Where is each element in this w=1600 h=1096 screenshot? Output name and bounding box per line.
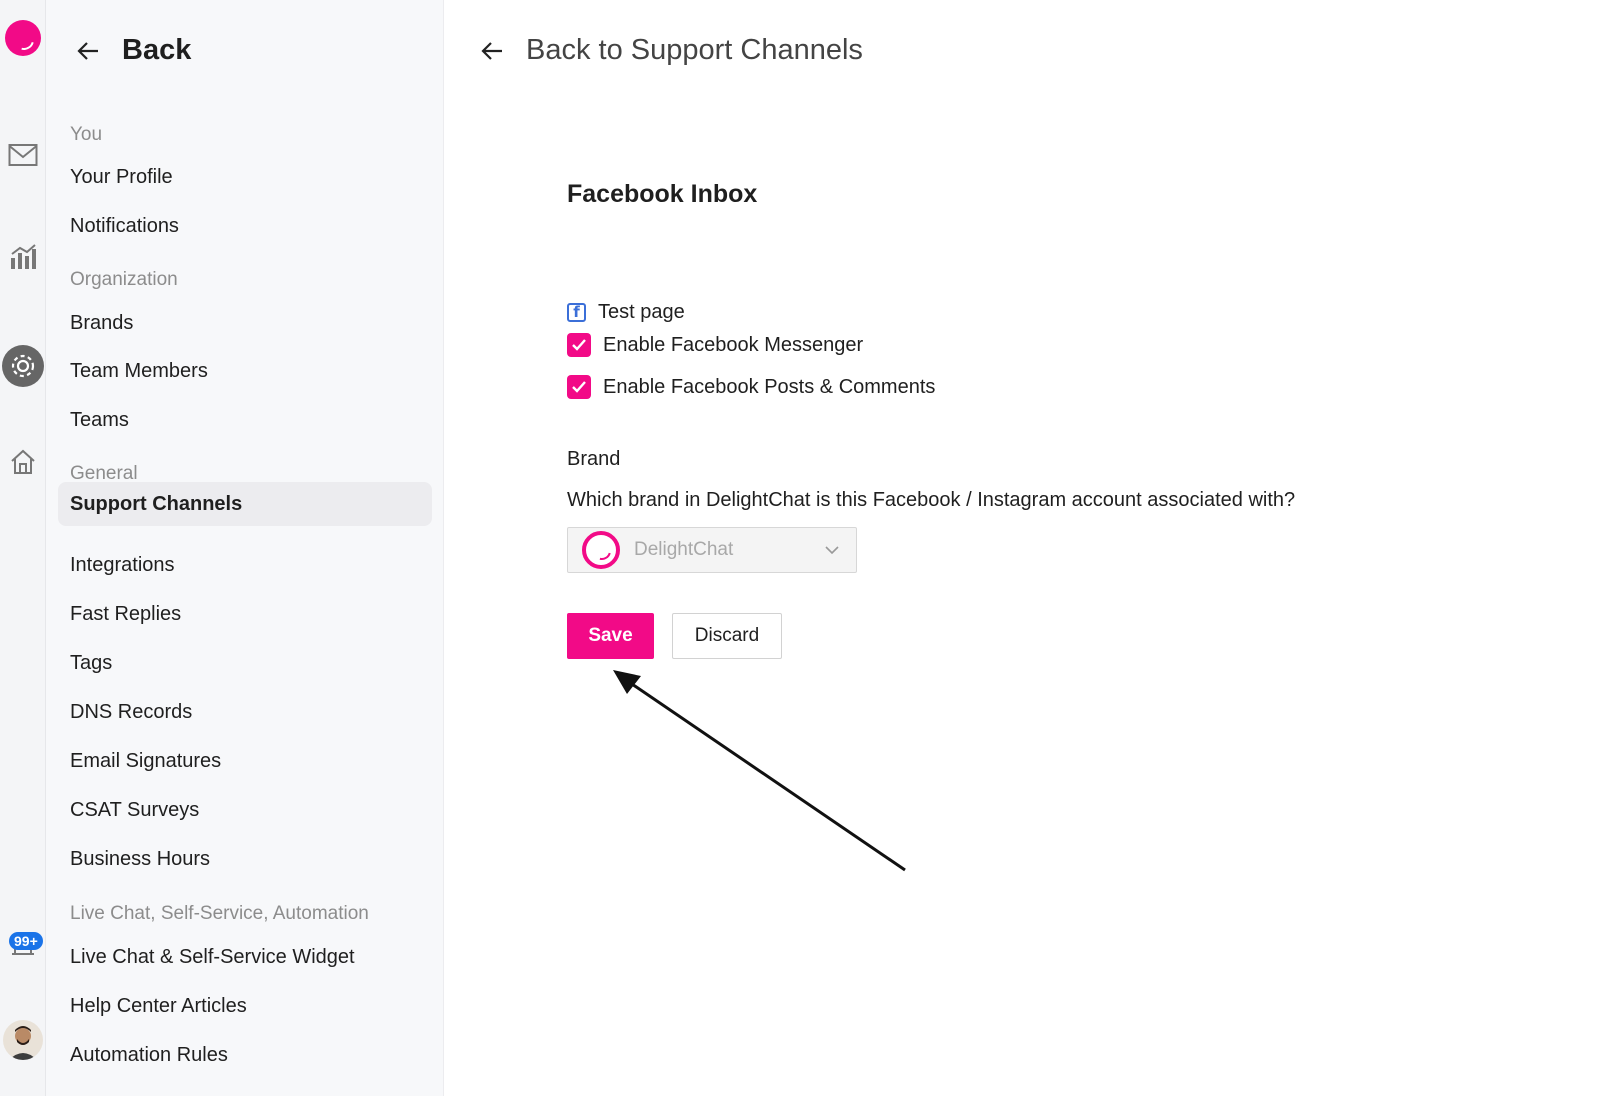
sidebar-item-your-profile[interactable]: Your Profile — [70, 166, 173, 189]
main-content: Back to Support Channels Facebook Inbox … — [445, 0, 1600, 1096]
sidebar-item-notifications[interactable]: Notifications — [70, 215, 179, 238]
facebook-icon: f — [567, 303, 586, 322]
page-title: Facebook Inbox — [567, 180, 758, 208]
back-to-support-channels-label: Back to Support Channels — [526, 34, 863, 66]
user-avatar[interactable] — [3, 1020, 43, 1060]
brand-select[interactable]: DelightChat — [567, 527, 857, 573]
arrow-left-icon — [77, 41, 98, 60]
settings-sidebar: Back You Your Profile Notifications Orga… — [46, 0, 444, 1096]
sidebar-item-team-members[interactable]: Team Members — [70, 360, 208, 383]
sidebar-item-automation-rules[interactable]: Automation Rules — [70, 1044, 228, 1067]
settings-gear-icon[interactable] — [2, 345, 44, 387]
brand-label: Brand — [567, 448, 621, 470]
sidebar-back-button[interactable]: Back — [76, 34, 191, 67]
sidebar-item-brands[interactable]: Brands — [70, 312, 133, 335]
sidebar-item-fast-replies[interactable]: Fast Replies — [70, 603, 181, 626]
save-button[interactable]: Save — [567, 613, 654, 659]
checkmark-icon — [572, 339, 586, 351]
sidebar-item-tags[interactable]: Tags — [70, 652, 112, 675]
facebook-page-name: Test page — [598, 301, 685, 323]
section-you: You — [70, 124, 103, 145]
enable-messenger-label: Enable Facebook Messenger — [603, 333, 864, 356]
icon-rail: 99+ — [0, 0, 46, 1096]
enable-posts-checkbox[interactable] — [567, 375, 591, 399]
sidebar-item-teams[interactable]: Teams — [70, 409, 129, 432]
sidebar-item-live-chat-widget[interactable]: Live Chat & Self-Service Widget — [70, 946, 355, 969]
arrow-left-icon — [481, 41, 502, 60]
enable-messenger-option[interactable]: Enable Facebook Messenger — [567, 333, 863, 357]
notification-count-badge: 99+ — [9, 932, 43, 950]
enable-posts-label: Enable Facebook Posts & Comments — [603, 375, 936, 398]
chevron-down-icon — [825, 546, 839, 555]
brand-logo-icon — [582, 531, 620, 569]
discard-button[interactable]: Discard — [672, 613, 782, 659]
checkmark-icon — [572, 381, 586, 393]
sidebar-back-label: Back — [122, 34, 192, 66]
sidebar-item-email-signatures[interactable]: Email Signatures — [70, 750, 221, 773]
annotation-arrow — [613, 670, 906, 872]
section-live-chat: Live Chat, Self-Service, Automation — [70, 903, 369, 924]
sidebar-item-support-channels[interactable]: Support Channels — [58, 482, 432, 526]
section-organization: Organization — [70, 269, 178, 290]
mail-icon[interactable] — [8, 140, 38, 170]
facebook-page-row: f Test page — [567, 301, 685, 324]
home-icon[interactable] — [8, 447, 38, 477]
sidebar-item-business-hours[interactable]: Business Hours — [70, 848, 210, 871]
sidebar-item-dns-records[interactable]: DNS Records — [70, 701, 192, 724]
enable-posts-option[interactable]: Enable Facebook Posts & Comments — [567, 375, 935, 399]
brand-select-value: DelightChat — [634, 539, 734, 560]
back-to-support-channels-link[interactable]: Back to Support Channels — [480, 34, 863, 67]
delightchat-logo-icon[interactable] — [5, 20, 41, 56]
sidebar-item-help-center-articles[interactable]: Help Center Articles — [70, 995, 247, 1018]
enable-messenger-checkbox[interactable] — [567, 333, 591, 357]
sidebar-item-csat-surveys[interactable]: CSAT Surveys — [70, 799, 199, 822]
sidebar-item-integrations[interactable]: Integrations — [70, 554, 175, 577]
brand-question: Which brand in DelightChat is this Faceb… — [567, 489, 1296, 511]
analytics-icon[interactable] — [8, 242, 38, 272]
